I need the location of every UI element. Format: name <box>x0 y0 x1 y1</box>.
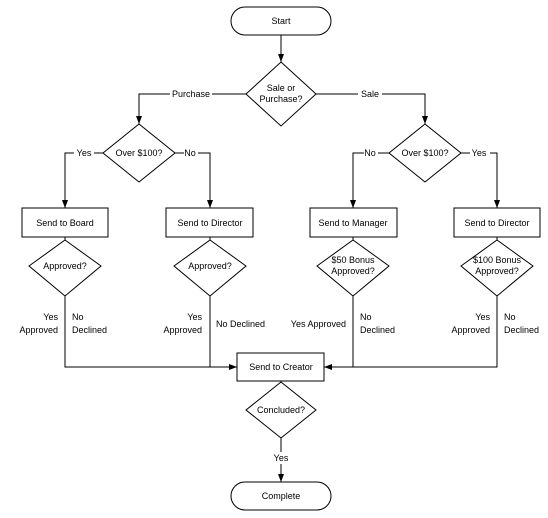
svg-text:No Declined: No Declined <box>216 319 265 329</box>
svg-text:Approved: Approved <box>451 325 490 335</box>
svg-text:Approved: Approved <box>19 325 58 335</box>
svg-text:No: No <box>72 312 84 322</box>
decision-label: Approved? <box>43 261 87 271</box>
svg-text:Yes: Yes <box>187 312 202 322</box>
decision-label: Purchase? <box>259 94 302 104</box>
svg-text:Yes Approved: Yes Approved <box>291 319 346 329</box>
svg-text:Yes: Yes <box>43 312 58 322</box>
decision-label: Approved? <box>188 261 232 271</box>
edge-label-yes: Yes <box>472 148 487 158</box>
decision-label: Over $100? <box>115 148 162 158</box>
process-label: Send to Director <box>464 218 529 228</box>
svg-text:Approved: Approved <box>163 325 202 335</box>
edge-label-sale: Sale <box>361 89 379 99</box>
decision-label: $50 Bonus <box>331 255 375 265</box>
edge-label-no: No <box>364 148 376 158</box>
edge-label-yes: Yes <box>77 148 92 158</box>
decision-label: Over $100? <box>401 148 448 158</box>
svg-text:Declined: Declined <box>72 325 107 335</box>
edge-label-no: No <box>184 148 196 158</box>
svg-text:Declined: Declined <box>360 325 395 335</box>
decision-label: Sale or <box>267 83 296 93</box>
process-label: Send to Creator <box>249 362 313 372</box>
svg-text:No: No <box>360 312 372 322</box>
decision-label: Approved? <box>475 266 519 276</box>
flowchart: Start Sale or Purchase? Purchase Sale Ov… <box>19 6 541 511</box>
edge-label-yes: Yes <box>274 453 289 463</box>
start-label: Start <box>271 16 291 26</box>
process-label: Send to Director <box>177 218 242 228</box>
decision-label: Concluded? <box>257 405 305 415</box>
svg-text:No: No <box>504 312 516 322</box>
decision-label: Approved? <box>331 266 375 276</box>
edge-label-purchase: Purchase <box>172 89 210 99</box>
edge-labels-approval: Yes Approved No Declined Yes Approved No De… <box>19 312 539 335</box>
complete-label: Complete <box>262 491 301 501</box>
svg-text:Yes: Yes <box>475 312 490 322</box>
svg-text:Declined: Declined <box>504 325 539 335</box>
process-label: Send to Board <box>36 218 94 228</box>
process-label: Send to Manager <box>318 218 387 228</box>
decision-label: $100 Bonus <box>473 255 522 265</box>
